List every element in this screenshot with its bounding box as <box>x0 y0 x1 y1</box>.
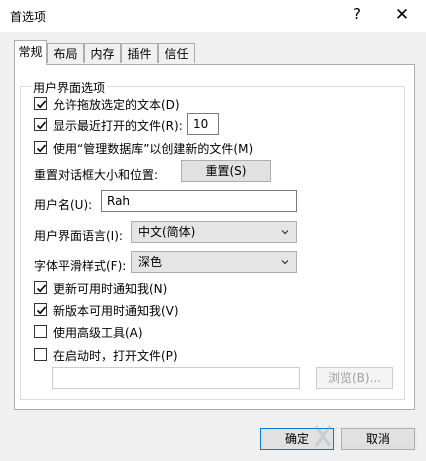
tab-layout[interactable]: 布局 <box>47 43 84 63</box>
checkmark-icon <box>36 121 47 130</box>
font-smoothing-label: 字体平滑样式(F): <box>34 259 127 273</box>
recent-files-count-input[interactable]: 10 <box>187 113 219 135</box>
manage-db-label: 使用“管理数据库”以创建新的文件(M) <box>53 142 254 156</box>
checkmark-icon <box>36 144 47 153</box>
recent-files-label: 显示最近打开的文件(R): <box>53 119 183 133</box>
window-title: 首选项 <box>10 10 47 24</box>
close-button[interactable]: ✕ <box>391 2 413 28</box>
group-label: 用户界面选项 <box>31 79 108 96</box>
watermark-logo-icon <box>314 425 417 447</box>
reset-label: 重置对话框大小和位置: <box>34 168 159 182</box>
drag-drop-checkbox[interactable] <box>34 97 47 110</box>
advanced-tools-checkbox[interactable] <box>34 325 47 338</box>
username-label: 用户名(U): <box>34 198 93 212</box>
font-smoothing-select[interactable]: 深色 <box>131 251 297 273</box>
browse-button[interactable]: 浏览(B)... <box>316 367 393 389</box>
recent-files-checkbox[interactable] <box>34 118 47 131</box>
language-label: 用户界面语言(I): <box>34 229 123 243</box>
username-input[interactable]: Rah <box>101 190 297 212</box>
tab-general[interactable]: 常规 <box>14 40 47 65</box>
startup-open-checkbox[interactable] <box>34 348 47 361</box>
notify-new-version-checkbox[interactable] <box>34 303 47 316</box>
title-bar: 首选项 ? ✕ <box>0 0 426 32</box>
chevron-down-icon <box>281 260 289 265</box>
help-button[interactable]: ? <box>347 5 367 23</box>
tab-memory[interactable]: 内存 <box>84 43 121 63</box>
chevron-down-icon <box>281 230 289 235</box>
notify-updates-checkbox[interactable] <box>34 281 47 294</box>
reset-button[interactable]: 重置(S) <box>181 160 271 182</box>
notify-new-version-label: 新版本可用时通知我(V) <box>53 304 179 318</box>
tab-plugins[interactable]: 插件 <box>121 43 158 63</box>
manage-db-checkbox[interactable] <box>34 141 47 154</box>
drag-drop-label: 允许拖放选定的文本(D) <box>53 98 180 112</box>
tab-trust[interactable]: 信任 <box>158 43 195 63</box>
advanced-tools-label: 使用高级工具(A) <box>53 326 143 340</box>
checkmark-icon <box>36 100 47 109</box>
startup-open-label: 在启动时，打开文件(P) <box>53 349 178 363</box>
language-select[interactable]: 中文(简体) <box>131 221 297 243</box>
startup-file-input[interactable] <box>52 367 300 389</box>
checkmark-icon <box>36 306 47 315</box>
language-value: 中文(简体) <box>138 225 196 239</box>
font-smoothing-value: 深色 <box>138 255 163 269</box>
notify-updates-label: 更新可用时通知我(N) <box>53 282 168 296</box>
checkmark-icon <box>36 284 47 293</box>
